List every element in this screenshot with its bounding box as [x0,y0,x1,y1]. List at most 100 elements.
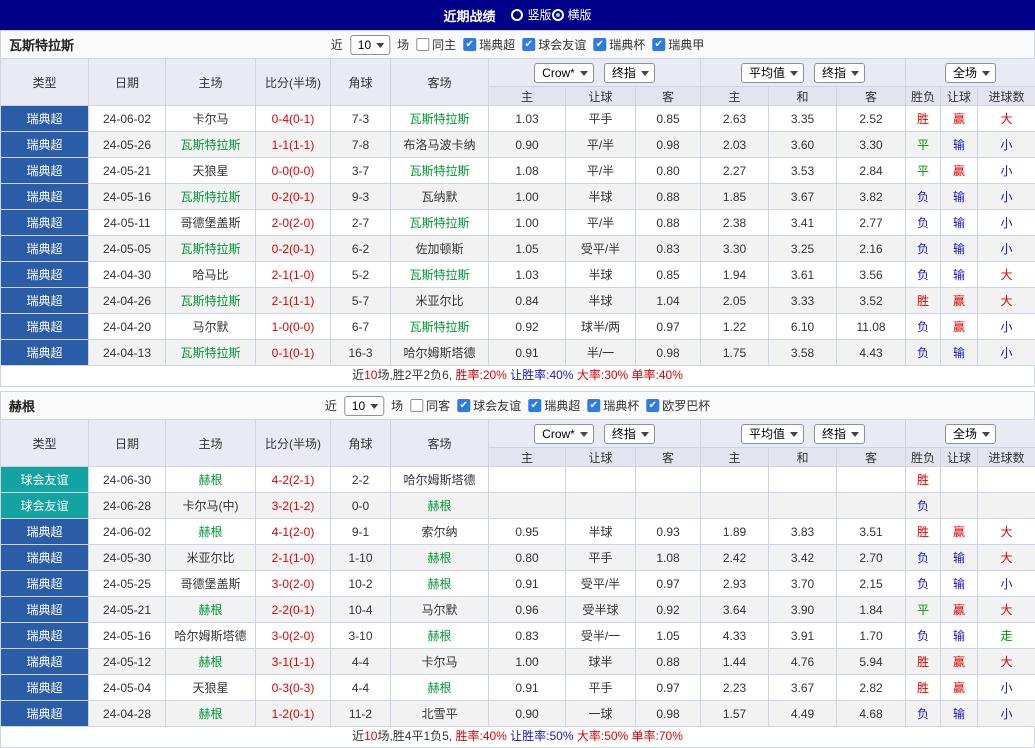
final-odds-select-2[interactable]: 终指 [814,424,865,444]
match-date: 24-05-05 [89,236,166,262]
away-team: 布洛马波卡纳 [391,132,489,158]
odds-handicap: 半/一 [566,340,636,366]
matches-unit-label: 场 [391,397,403,414]
away-team: 赫根 [391,571,489,597]
average-select[interactable]: 平均值 [741,63,804,83]
corners: 2-2 [331,467,391,493]
column-header-0: 类型 [1,420,89,467]
summary-segment: 近 [352,729,364,743]
league-checkbox[interactable]: 欧罗巴杯 [646,397,710,414]
corners: 5-2 [331,262,391,288]
odds-home: 1.03 [489,106,566,132]
league-checkbox[interactable]: 瑞典杯 [593,36,645,53]
avg-home: 1.89 [701,519,769,545]
league-checkbox[interactable]: 球会友谊 [522,36,586,53]
score: 3-0(2-0) [256,623,331,649]
league-checkbox[interactable]: 瑞典超 [528,397,580,414]
bookmaker-select[interactable]: Crow* [534,424,594,444]
result-goals: 小 [978,184,1035,210]
result-handicap: 赢 [941,106,978,132]
avg-away: 5.94 [837,649,906,675]
result-handicap [941,467,978,493]
recent-count-select[interactable]: 10 [350,35,390,55]
sub-column-header-0-2: 客 [636,448,701,467]
away-team: 哈尔姆斯塔德 [391,467,489,493]
avg-draw: 3.33 [769,288,837,314]
away-team: 哈尔姆斯塔德 [391,340,489,366]
sub-column-header-0-2: 客 [636,87,701,106]
scope-select[interactable]: 全场 [945,63,996,83]
scope-select[interactable]: 全场 [945,424,996,444]
type-badge: 瑞典超 [1,597,89,623]
match-date: 24-05-21 [89,597,166,623]
avg-home [701,493,769,519]
result-handicap: 输 [941,262,978,288]
league-checkbox[interactable]: 瑞典甲 [652,36,704,53]
score: 0-2(0-1) [256,184,331,210]
home-team: 赫根 [166,597,256,623]
odds-home: 0.91 [489,340,566,366]
odds-away: 1.04 [636,288,701,314]
result-outcome: 平 [906,132,941,158]
avg-home [701,467,769,493]
corners: 9-1 [331,519,391,545]
average-select[interactable]: 平均值 [741,424,804,444]
away-team: 瓦斯特拉斯 [391,210,489,236]
final-odds-select[interactable]: 终指 [604,63,655,83]
type-badge: 瑞典超 [1,519,89,545]
final-odds-select[interactable]: 终指 [604,424,655,444]
summary-segment: 10 [364,729,377,743]
checkbox-checked-icon [528,399,541,412]
score: 1-1(1-1) [256,132,331,158]
odds-away: 0.83 [636,236,701,262]
result-handicap: 赢 [941,597,978,623]
final-odds-select-2[interactable]: 终指 [814,63,865,83]
odds-group-header-1: 平均值终指 [701,420,906,448]
league-checkbox[interactable]: 瑞典超 [463,36,515,53]
type-badge: 瑞典超 [1,106,89,132]
avg-home: 3.30 [701,236,769,262]
layout-radio-horizontal[interactable]: 横版 [552,6,592,23]
avg-away: 2.15 [837,571,906,597]
result-handicap: 输 [941,132,978,158]
summary-segment: 让胜率:40% [507,368,574,382]
result-handicap: 输 [941,340,978,366]
same-venue-label: 同主 [432,36,456,53]
league-label: 瑞典杯 [603,397,639,414]
result-handicap: 输 [941,571,978,597]
league-checkbox[interactable]: 瑞典杯 [587,397,639,414]
odds-handicap: 受半球 [566,597,636,623]
corners: 3-7 [331,158,391,184]
bookmaker-select[interactable]: Crow* [534,63,594,83]
table-row: 瑞典超24-04-30哈马比2-1(1-0)5-2瓦斯特拉斯1.03半球0.85… [1,262,1035,288]
summary-segment: 大率:30% [574,368,629,382]
result-goals: 小 [978,571,1035,597]
results-table: 类型日期主场比分(半场)角球客场Crow*终指平均值终指全场主让球客主和客胜负让… [0,58,1035,366]
avg-draw: 3.60 [769,132,837,158]
league-label: 瑞典甲 [668,36,704,53]
league-checkbox[interactable]: 球会友谊 [457,397,521,414]
odds-group-header-2: 全场 [906,420,1035,448]
away-team: 赫根 [391,675,489,701]
away-team: 卡尔马 [391,649,489,675]
same-venue-checkbox[interactable]: 同客 [410,397,450,414]
recent-count-select[interactable]: 10 [344,396,384,416]
odds-handicap: 受半/一 [566,623,636,649]
same-venue-checkbox[interactable]: 同主 [416,36,456,53]
radio-horizontal-icon [552,9,564,21]
odds-away: 0.98 [636,701,701,727]
odds-handicap: 平手 [566,106,636,132]
odds-home: 0.84 [489,288,566,314]
result-handicap: 赢 [941,158,978,184]
odds-handicap: 平/半 [566,132,636,158]
odds-handicap: 一球 [566,701,636,727]
odds-home: 0.90 [489,701,566,727]
checkbox-checked-icon [652,38,665,51]
home-team: 赫根 [166,519,256,545]
result-goals: 小 [978,158,1035,184]
layout-radio-vertical[interactable]: 竖版 [511,6,551,23]
avg-draw: 3.41 [769,210,837,236]
score: 3-1(1-1) [256,649,331,675]
recent-label: 近 [331,36,343,53]
result-handicap: 输 [941,184,978,210]
